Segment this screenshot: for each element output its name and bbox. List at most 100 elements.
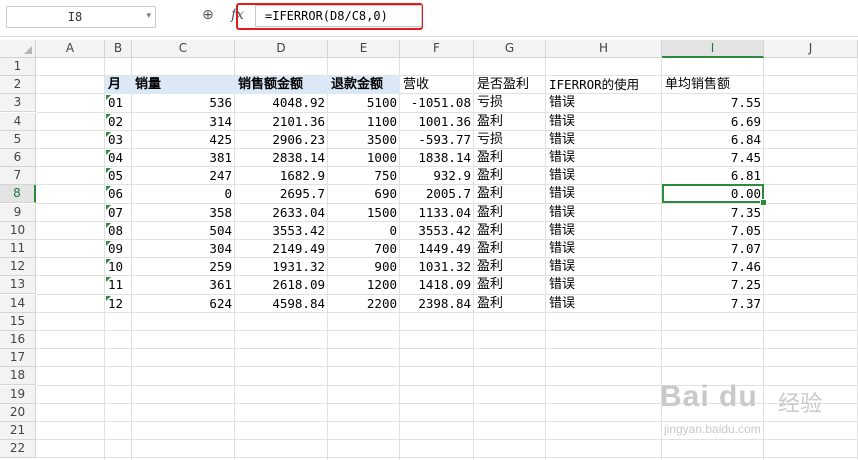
chevron-down-icon[interactable]: ▾: [146, 11, 151, 21]
cell-iferror[interactable]: 错误: [546, 222, 662, 240]
cell-revenue[interactable]: 1001.36: [400, 113, 474, 131]
header-cell-sales[interactable]: 销量: [132, 76, 235, 94]
cell-refund[interactable]: 690: [328, 185, 400, 203]
cell-unit[interactable]: 7.37: [662, 295, 764, 313]
cell-iferror[interactable]: 错误: [546, 240, 662, 258]
cell-profit[interactable]: 盈利: [474, 185, 546, 203]
column-header-A[interactable]: A: [36, 40, 105, 58]
column-header-D[interactable]: D: [235, 40, 328, 58]
row-header-15[interactable]: 15: [0, 312, 36, 331]
select-all-corner[interactable]: [0, 40, 36, 58]
zoom-icon[interactable]: ⊕: [202, 7, 214, 23]
cell-unit[interactable]: 6.69: [662, 113, 764, 131]
row-header-12[interactable]: 12: [0, 258, 36, 277]
cell-iferror[interactable]: 错误: [546, 113, 662, 131]
cell-revenue[interactable]: 3553.42: [400, 222, 474, 240]
cell-sales_amount[interactable]: 2618.09: [235, 276, 328, 294]
cell-iferror[interactable]: 错误: [546, 149, 662, 167]
cell-revenue[interactable]: 1838.14: [400, 149, 474, 167]
column-header-H[interactable]: H: [546, 40, 662, 58]
cell-sales[interactable]: 247: [132, 167, 235, 185]
row-header-22[interactable]: 22: [0, 440, 36, 459]
row-header-14[interactable]: 14: [0, 294, 36, 313]
cell-sales_amount[interactable]: 1682.9: [235, 167, 328, 185]
cell-iferror[interactable]: 错误: [546, 276, 662, 294]
cell-sales_amount[interactable]: 1931.32: [235, 258, 328, 276]
cell-revenue[interactable]: -1051.08: [400, 94, 474, 112]
row-header-6[interactable]: 6: [0, 149, 36, 167]
column-header-G[interactable]: G: [474, 40, 546, 58]
cell-profit[interactable]: 盈利: [474, 295, 546, 313]
cell-iferror[interactable]: 错误: [546, 167, 662, 185]
row-header-16[interactable]: 16: [0, 331, 36, 349]
cell-refund[interactable]: 5100: [328, 94, 400, 112]
cell-revenue[interactable]: 2398.84: [400, 295, 474, 313]
cell-refund[interactable]: 1100: [328, 113, 400, 131]
row-header-11[interactable]: 11: [0, 240, 36, 258]
cell-iferror[interactable]: 错误: [546, 94, 662, 112]
cell-iferror[interactable]: 错误: [546, 185, 662, 203]
cell-revenue[interactable]: 1449.49: [400, 240, 474, 258]
cell-profit[interactable]: 盈利: [474, 222, 546, 240]
header-cell-sales_amount[interactable]: 销售额金额: [235, 76, 328, 94]
cell-unit[interactable]: 6.81: [662, 167, 764, 185]
row-header-7[interactable]: 7: [0, 167, 36, 186]
cell-sales_amount[interactable]: 3553.42: [235, 222, 328, 240]
cell-sales_amount[interactable]: 4598.84: [235, 295, 328, 313]
cell-unit[interactable]: 7.07: [662, 240, 764, 258]
cell-unit[interactable]: 7.35: [662, 204, 764, 222]
cell-profit[interactable]: 亏损: [474, 94, 546, 112]
header-cell-is_profit[interactable]: 是否盈利: [474, 76, 546, 94]
cell-profit[interactable]: 盈利: [474, 149, 546, 167]
cell-revenue[interactable]: 1133.04: [400, 204, 474, 222]
cell-refund[interactable]: 3500: [328, 131, 400, 149]
row-header-13[interactable]: 13: [0, 276, 36, 295]
cell-unit[interactable]: 7.05: [662, 222, 764, 240]
cell-unit[interactable]: 6.84: [662, 131, 764, 149]
name-box[interactable]: I8 ▾: [6, 6, 156, 28]
cell-profit[interactable]: 盈利: [474, 204, 546, 222]
cell-unit[interactable]: 7.45: [662, 149, 764, 167]
row-header-1[interactable]: 1: [0, 58, 36, 76]
cell-sales[interactable]: 0: [132, 185, 235, 203]
header-cell-iferror_use[interactable]: IFERROR的使用: [546, 76, 662, 94]
header-cell-refund_amount[interactable]: 退款金额: [328, 76, 400, 94]
header-cell-month[interactable]: 月: [105, 76, 132, 94]
row-header-10[interactable]: 10: [0, 221, 36, 240]
cell-sales[interactable]: 358: [132, 204, 235, 222]
cell-revenue[interactable]: 1418.09: [400, 276, 474, 294]
cell-refund[interactable]: 1000: [328, 149, 400, 167]
cell-revenue[interactable]: 1031.32: [400, 258, 474, 276]
cell-refund[interactable]: 1200: [328, 276, 400, 294]
cell-refund[interactable]: 2200: [328, 295, 400, 313]
cell-sales_amount[interactable]: 2633.04: [235, 204, 328, 222]
cell-sales[interactable]: 361: [132, 276, 235, 294]
cell-sales[interactable]: 624: [132, 295, 235, 313]
cell-sales_amount[interactable]: 2695.7: [235, 185, 328, 203]
header-cell-revenue[interactable]: 营收: [400, 76, 474, 94]
cell-refund[interactable]: 0: [328, 222, 400, 240]
column-header-I[interactable]: I: [662, 40, 764, 58]
cell-refund[interactable]: 1500: [328, 204, 400, 222]
cell-iferror[interactable]: 错误: [546, 204, 662, 222]
row-header-20[interactable]: 20: [0, 403, 36, 422]
row-header-3[interactable]: 3: [0, 94, 36, 113]
row-header-9[interactable]: 9: [0, 203, 36, 222]
cell-sales_amount[interactable]: 4048.92: [235, 94, 328, 112]
column-header-E[interactable]: E: [328, 40, 400, 58]
cell-sales[interactable]: 314: [132, 113, 235, 131]
cell-revenue[interactable]: 2005.7: [400, 185, 474, 203]
row-header-18[interactable]: 18: [0, 367, 36, 386]
row-header-17[interactable]: 17: [0, 349, 36, 368]
cell-profit[interactable]: 亏损: [474, 131, 546, 149]
cell-unit[interactable]: 7.25: [662, 276, 764, 294]
column-header-F[interactable]: F: [400, 40, 474, 58]
cell-sales[interactable]: 259: [132, 258, 235, 276]
row-header-5[interactable]: 5: [0, 130, 36, 149]
cell-sales[interactable]: 304: [132, 240, 235, 258]
cell-refund[interactable]: 900: [328, 258, 400, 276]
cell-sales_amount[interactable]: 2838.14: [235, 149, 328, 167]
cell-profit[interactable]: 盈利: [474, 167, 546, 185]
cell-profit[interactable]: 盈利: [474, 276, 546, 294]
column-header-B[interactable]: B: [105, 40, 132, 58]
